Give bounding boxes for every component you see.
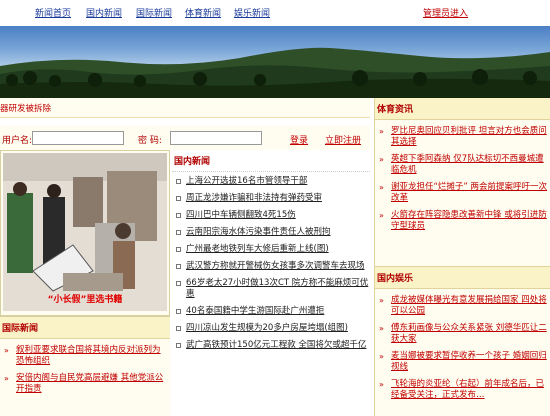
news-link[interactable]: 66岁老太27小时做13次CT 院方称不能麻烦可优惠 xyxy=(186,278,368,299)
double-arrow-icon: » xyxy=(379,211,384,220)
right-sidebar: 体育资讯 » 罗比尼奥回应贝利批评 坦言对方也会质问其选择 » 英超下季阿森纳 仅7… xyxy=(374,98,550,416)
header-banner xyxy=(0,26,550,98)
photo-caption[interactable]: “小长假”里选书籍 xyxy=(3,292,167,305)
list-item: » 成龙被媒体曝光有意发展捐给国家 四处将可以公园 xyxy=(377,295,548,317)
news-link[interactable]: 周正龙涉嫌诈骗和非法持有弹药受审 xyxy=(186,193,322,203)
bookstore-photo[interactable]: “小长假”里选书籍 xyxy=(3,153,167,311)
bullet-icon xyxy=(176,343,181,348)
list-item: 武汉警方称就开警械伤女孩事多次调警车去现场 xyxy=(172,261,370,272)
list-item: » 英超下季阿森纳 仅7队达标切不西曼城遭临危机 xyxy=(377,154,548,176)
news-link[interactable]: 英超下季阿森纳 仅7队达标切不西曼城遭临危机 xyxy=(391,154,544,175)
featured-photo-box: “小长假”里选书籍 xyxy=(0,150,170,316)
bullet-icon xyxy=(176,179,181,184)
double-arrow-icon: » xyxy=(379,324,384,333)
double-arrow-icon: » xyxy=(379,296,384,305)
china-news-title: 国内新闻 xyxy=(172,150,370,172)
sports-news-panel: 体育资讯 » 罗比尼奥回应贝利批评 坦言对方也会质问其选择 » 英超下季阿森纳 仅7… xyxy=(375,98,550,266)
list-item: 周正龙涉嫌诈骗和非法持有弹药受审 xyxy=(172,193,370,204)
news-link[interactable]: 傅东莉画像与公众关系紧张 刘德华匹让二获大家 xyxy=(391,323,547,344)
bullet-icon xyxy=(176,281,181,286)
bullet-icon xyxy=(176,247,181,252)
list-item: » 火箭存在阵容隐患改善新中锋 或将引进防守型球员 xyxy=(377,210,548,232)
nav-sports-news[interactable]: 体育新闻 xyxy=(185,6,221,19)
list-item: 40名泰国籍中学生游国际赴广州遭拒 xyxy=(172,306,370,317)
list-item: » 麦当娜被要求暂停收养一个孩子 婚姻回归视线 xyxy=(377,351,548,373)
news-link[interactable]: 上海公开选拔16名市管领导干部 xyxy=(186,176,307,186)
sports-news-title: 体育资讯 xyxy=(375,98,550,120)
bullet-icon xyxy=(176,196,181,201)
double-arrow-icon: » xyxy=(379,352,384,361)
nav-news-home[interactable]: 新闻首页 xyxy=(35,6,71,19)
nav-ent-news[interactable]: 娱乐新闻 xyxy=(234,6,270,19)
news-link[interactable]: 火箭存在阵容隐患改善新中锋 或将引进防守型球员 xyxy=(391,210,547,231)
ent-news-panel: 国内娱乐 » 成龙被媒体曝光有意发展捐给国家 四处将可以公园 » 傅东莉画像与公众关… xyxy=(375,266,550,401)
register-link[interactable]: 立即注册 xyxy=(325,133,361,146)
list-item: » 傅东莉画像与公众关系紧张 刘德华匹让二获大家 xyxy=(377,323,548,345)
list-item: » 飞轮海的炎亚纶（右起）前年成名后，已经备受关注，正式发布… xyxy=(377,379,548,401)
news-link[interactable]: 成龙被媒体曝光有意发展捐给国家 四处将可以公园 xyxy=(391,295,547,316)
news-link[interactable]: 武广高铁预计150亿元工程款 全国将欠或超千亿 xyxy=(186,340,366,350)
news-link[interactable]: 四川巴中车辆侧翻致4死15伤 xyxy=(186,210,296,220)
ent-news-title: 国内娱乐 xyxy=(375,267,550,289)
sports-news-list: » 罗比尼奥回应贝利批评 坦言对方也会质问其选择 » 英超下季阿森纳 仅7队达标切不… xyxy=(375,120,550,232)
top-nav: 新闻首页 国内新闻 国际新闻 体育新闻 娱乐新闻 管理员进入 xyxy=(0,0,550,26)
admin-login-link[interactable]: 管理员进入 xyxy=(423,6,468,19)
list-item: 66岁老太27小时做13次CT 院方称不能麻烦可优惠 xyxy=(172,278,370,300)
password-label: 密 码: xyxy=(138,136,162,146)
ticker-text[interactable]: 器研发被拆除 xyxy=(0,102,51,114)
china-news-panel: 国内新闻 上海公开选拔16名市管领导干部 周正龙涉嫌诈骗和非法持有弹药受审 四川… xyxy=(172,150,370,416)
bullet-icon xyxy=(176,264,181,269)
news-link[interactable]: 40名泰国籍中学生游国际赴广州遭拒 xyxy=(186,306,324,316)
username-input[interactable] xyxy=(32,131,124,145)
ent-news-list: » 成龙被媒体曝光有意发展捐给国家 四处将可以公园 » 傅东莉画像与公众关系紧张 刘… xyxy=(375,289,550,401)
bullet-icon xyxy=(176,309,181,314)
double-arrow-icon: » xyxy=(379,380,384,389)
news-link[interactable]: 麦当娜被要求暂停收养一个孩子 婚姻回归视线 xyxy=(391,351,547,372)
news-link[interactable]: 广州最老地铁列车大修后重新上线(图) xyxy=(186,244,329,254)
news-link[interactable]: 叙利亚要求联合国将其境内反对派列为恐怖组织 xyxy=(16,345,161,366)
intl-news-list: » 叙利亚要求联合国将其境内反对派列为恐怖组织 » 安倍内阁与自民党高层避嫌 其他党… xyxy=(0,339,170,395)
intl-news-title: 国际新闻 xyxy=(0,317,170,339)
bullet-icon xyxy=(176,213,181,218)
intl-news-panel: 国际新闻 » 叙利亚要求联合国将其境内反对派列为恐怖组织 » 安倍内阁与自民党高层避… xyxy=(0,316,170,416)
double-arrow-icon: » xyxy=(379,183,384,192)
list-item: » 谢亚龙担任“烂摊子” 两会前提案呼吁一次改革 xyxy=(377,182,548,204)
mountain-landscape-image xyxy=(0,47,550,98)
news-link[interactable]: 谢亚龙担任“烂摊子” 两会前提案呼吁一次改革 xyxy=(391,182,547,203)
bullet-icon xyxy=(176,230,181,235)
bookstore-image xyxy=(3,153,167,311)
password-input[interactable] xyxy=(170,131,262,145)
nav-intl-news[interactable]: 国际新闻 xyxy=(136,6,172,19)
double-arrow-icon: » xyxy=(379,155,384,164)
list-item: 四川巴中车辆侧翻致4死15伤 xyxy=(172,210,370,221)
double-arrow-icon: » xyxy=(4,374,9,383)
list-item: 云南阳宗海水体污染事件责任人被刑拘 xyxy=(172,227,370,238)
news-link[interactable]: 飞轮海的炎亚纶（右起）前年成名后，已经备受关注，正式发布… xyxy=(391,379,544,400)
nav-china-news[interactable]: 国内新闻 xyxy=(86,6,122,19)
news-link[interactable]: 安倍内阁与自民党高层避嫌 其他党派公开指责 xyxy=(16,373,163,394)
news-link[interactable]: 罗比尼奥回应贝利批评 坦言对方也会质问其选择 xyxy=(391,126,547,147)
username-label: 用户名: xyxy=(2,136,33,146)
login-form: 用户名: 密 码: 登录 立即注册 xyxy=(0,126,370,150)
news-link[interactable]: 云南阳宗海水体污染事件责任人被刑拘 xyxy=(186,227,331,237)
bullet-icon xyxy=(176,326,181,331)
ticker-row: 器研发被拆除 xyxy=(0,98,370,118)
list-item: » 叙利亚要求联合国将其境内反对派列为恐怖组织 xyxy=(2,345,168,367)
double-arrow-icon: » xyxy=(379,127,384,136)
china-news-list: 上海公开选拔16名市管领导干部 周正龙涉嫌诈骗和非法持有弹药受审 四川巴中车辆侧… xyxy=(172,176,370,351)
login-button[interactable]: 登录 xyxy=(290,133,308,146)
double-arrow-icon: » xyxy=(4,346,9,355)
news-link[interactable]: 四川凉山发生规模为20多户房屋垮塌(组图) xyxy=(186,323,348,333)
news-link[interactable]: 武汉警方称就开警械伤女孩事多次调警车去现场 xyxy=(186,261,365,271)
list-item: 广州最老地铁列车大修后重新上线(图) xyxy=(172,244,370,255)
list-item: » 罗比尼奥回应贝利批评 坦言对方也会质问其选择 xyxy=(377,126,548,148)
list-item: 上海公开选拔16名市管领导干部 xyxy=(172,176,370,187)
list-item: » 安倍内阁与自民党高层避嫌 其他党派公开指责 xyxy=(2,373,168,395)
list-item: 四川凉山发生规模为20多户房屋垮塌(组图) xyxy=(172,323,370,334)
list-item: 武广高铁预计150亿元工程款 全国将欠或超千亿 xyxy=(172,340,370,351)
